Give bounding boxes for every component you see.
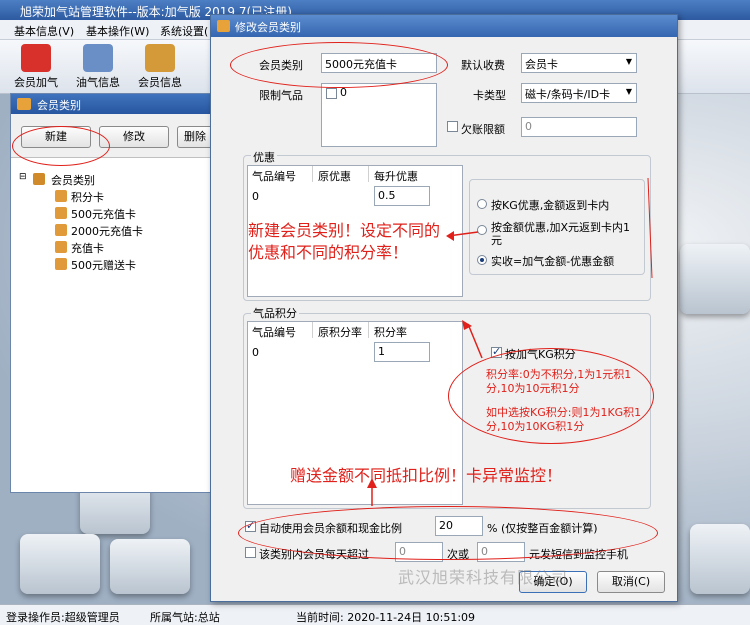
arrow-head [367, 478, 377, 488]
arrow-line [467, 323, 483, 359]
arrow-head [446, 231, 454, 241]
watermark: 武汉旭荣科技有限公司 [398, 568, 569, 587]
annotation-arrows [367, 177, 653, 506]
arrow-line [647, 177, 653, 279]
